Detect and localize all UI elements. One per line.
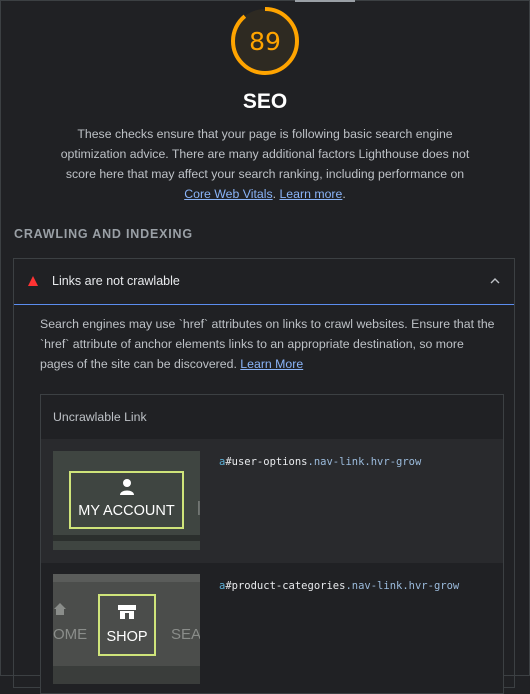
learn-more-link[interactable]: Learn more: [279, 187, 342, 201]
element-screenshot: MY ACCOUNT |: [53, 451, 200, 550]
highlight-box: SHOP: [98, 594, 156, 656]
user-icon: [120, 479, 134, 495]
section-title: CRAWLING AND INDEXING: [14, 227, 193, 241]
audit-title: Links are not crawlable: [52, 274, 180, 288]
table-header: Uncrawlable Link: [53, 410, 147, 424]
thumb-strip: [53, 574, 200, 582]
element-screenshot: OME SHOP SEA: [53, 574, 200, 684]
thumb-label: SHOP: [106, 629, 148, 645]
thumb-label: MY ACCOUNT: [78, 503, 175, 519]
scroll-indicator: [295, 0, 355, 2]
selector-id: #user-options: [225, 456, 308, 468]
description-end: .: [342, 187, 346, 201]
score-value: 89: [249, 26, 281, 56]
audit-links-not-crawlable: Links are not crawlable Search engines m…: [13, 258, 515, 694]
audit-description: Search engines may use `href` attributes…: [40, 314, 500, 374]
store-icon: [118, 605, 136, 619]
home-icon: [54, 603, 66, 615]
table-row[interactable]: MY ACCOUNT | a#user-options.nav-link.hvr…: [41, 439, 503, 563]
uncrawlable-links-table: Uncrawlable Link MY ACCOUNT | a#user-opt…: [40, 394, 504, 694]
audit-header[interactable]: Links are not crawlable: [14, 259, 514, 305]
node-selector: a#product-categories.nav-link.hvr-grow: [219, 580, 459, 592]
table-row[interactable]: OME SHOP SEA a#product-categories.nav-li…: [41, 563, 503, 693]
audit-learn-more-link[interactable]: Learn More: [240, 357, 303, 371]
selector-classes: .nav-link.hvr-grow: [345, 580, 460, 592]
thumb-edge-text: |: [197, 499, 200, 516]
core-web-vitals-link[interactable]: Core Web Vitals: [184, 187, 272, 201]
category-description: These checks ensure that your page is fo…: [58, 124, 472, 204]
thumb-strip: [53, 535, 200, 541]
selector-classes: .nav-link.hvr-grow: [307, 456, 422, 468]
fail-triangle-icon: [28, 276, 38, 286]
selector-id: #product-categories: [225, 580, 346, 592]
node-selector: a#user-options.nav-link.hvr-grow: [219, 456, 421, 468]
thumb-right-fragment: SEA: [171, 626, 200, 643]
highlight-box: MY ACCOUNT: [69, 471, 184, 529]
chevron-up-icon[interactable]: [490, 277, 500, 284]
thumb-strip: [53, 666, 200, 684]
category-title: SEO: [242, 90, 288, 113]
thumb-left-fragment: OME: [53, 626, 88, 643]
category-description-text: These checks ensure that your page is fo…: [60, 127, 470, 181]
